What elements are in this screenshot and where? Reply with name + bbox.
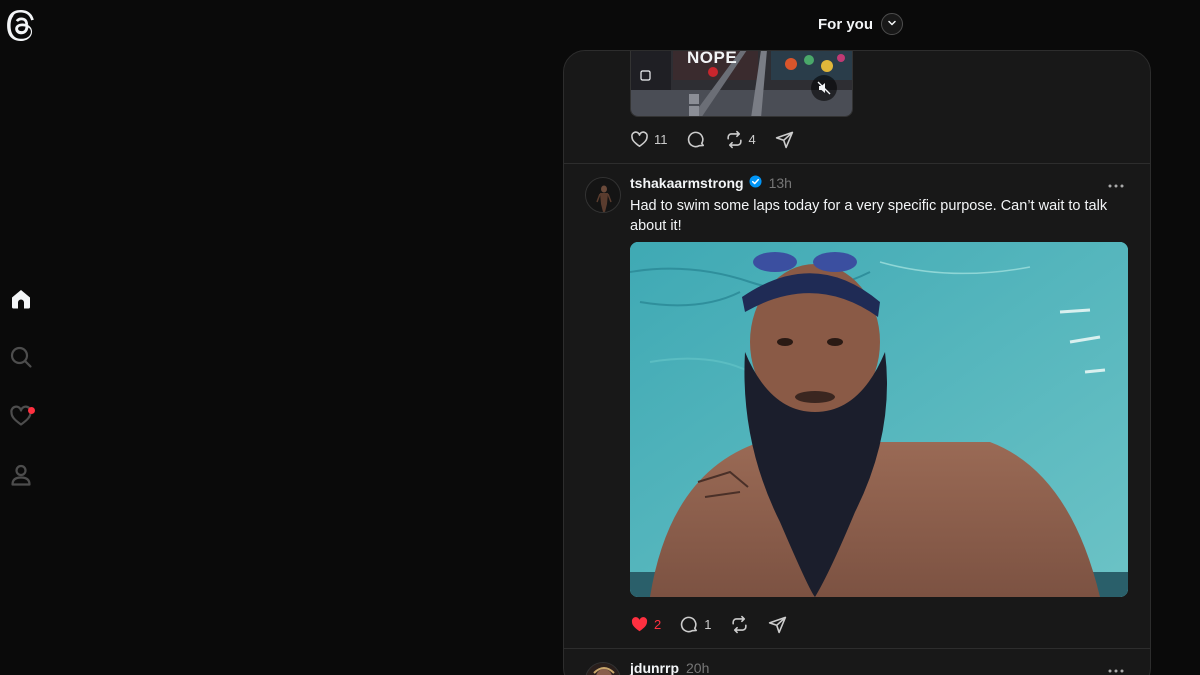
nav-activity[interactable] <box>6 403 36 433</box>
post-actions: 11 4 <box>630 127 813 151</box>
like-count: 2 <box>654 616 662 632</box>
username[interactable]: tshakaarmstrong <box>630 175 744 191</box>
heart-icon <box>630 130 649 149</box>
post-header: tshakaarmstrong 13h <box>630 175 792 191</box>
send-icon <box>775 130 794 149</box>
person-icon <box>9 463 33 492</box>
nav-home[interactable] <box>6 286 36 316</box>
share-button[interactable] <box>768 615 787 634</box>
like-count: 11 <box>654 131 668 147</box>
more-icon <box>1108 660 1124 675</box>
post-time[interactable]: 13h <box>769 175 792 191</box>
post-video[interactable]: NOPE <box>630 50 853 117</box>
username[interactable]: jdunrrp <box>630 660 679 675</box>
notification-dot <box>28 407 35 414</box>
like-button[interactable]: 11 <box>630 130 668 149</box>
chevron-down-icon <box>887 15 897 33</box>
more-icon <box>1108 175 1124 193</box>
post-divider <box>564 163 1150 164</box>
nope-overlay-text: NOPE <box>687 50 738 67</box>
post-header: jdunrrp 20h <box>630 660 709 675</box>
comment-icon <box>687 130 706 149</box>
repost-button[interactable]: 4 <box>725 130 756 149</box>
heart-filled-icon <box>630 615 649 634</box>
feed-dropdown-button[interactable] <box>881 13 903 35</box>
reply-button[interactable] <box>687 130 706 149</box>
reply-button[interactable]: 1 <box>680 615 711 634</box>
verified-badge-icon <box>749 175 762 191</box>
nav-profile[interactable] <box>6 462 36 492</box>
send-icon <box>768 615 787 634</box>
avatar[interactable] <box>585 662 621 675</box>
home-icon <box>9 287 33 316</box>
avatar[interactable] <box>585 177 621 213</box>
search-icon <box>9 345 33 374</box>
repost-icon <box>730 615 749 634</box>
repost-count: 4 <box>748 131 756 147</box>
feed-panel: NOPE 11 4 tshakaarmstrong 13h Had to swi… <box>563 50 1151 675</box>
repost-icon <box>725 130 744 149</box>
feed-selector: For you <box>818 12 903 36</box>
reply-count: 1 <box>704 616 712 632</box>
post-image[interactable] <box>630 242 1128 597</box>
post-divider <box>564 648 1150 649</box>
share-button[interactable] <box>775 130 794 149</box>
comment-icon <box>680 615 699 634</box>
post-text: Had to swim some laps today for a very s… <box>630 198 1108 234</box>
muted-speaker-icon[interactable] <box>811 75 837 101</box>
threads-logo-icon[interactable] <box>6 9 36 42</box>
more-options-button[interactable] <box>1104 660 1128 675</box>
like-button[interactable]: 2 <box>630 615 661 634</box>
post-actions: 2 1 <box>630 612 806 636</box>
feed-title[interactable]: For you <box>818 16 873 33</box>
nav-search[interactable] <box>6 344 36 374</box>
more-options-button[interactable] <box>1104 175 1128 193</box>
repost-button[interactable] <box>730 615 749 634</box>
post-time[interactable]: 20h <box>686 660 709 675</box>
